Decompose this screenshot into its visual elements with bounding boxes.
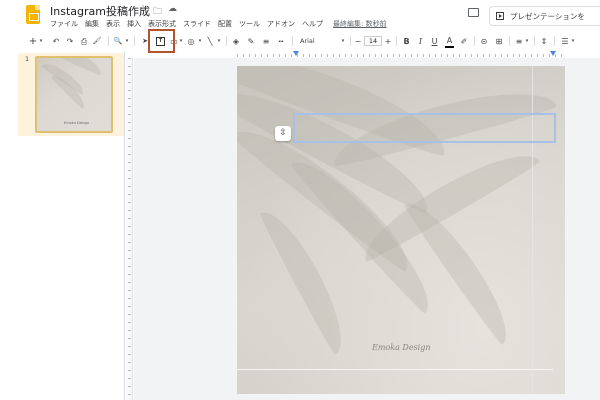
divider (292, 36, 293, 46)
horizontal-ruler (237, 52, 564, 58)
present-icon (496, 12, 504, 20)
menu-edit[interactable]: 編集 (85, 19, 99, 31)
redo-icon[interactable]: ↷ (65, 35, 75, 48)
link-icon[interactable]: ⊝ (479, 35, 489, 48)
paint-format-icon[interactable]: 🖌 (92, 35, 102, 48)
divider (350, 36, 351, 46)
divider (554, 36, 555, 46)
undo-icon[interactable]: ↶ (51, 35, 61, 48)
divider (396, 36, 397, 46)
bold-button[interactable]: B (402, 35, 411, 48)
divider (509, 36, 510, 46)
present-label: プレゼンテーションを (510, 11, 585, 21)
line-spacing-icon[interactable]: ⇕ (539, 35, 549, 48)
border-weight-icon[interactable]: ≡ (261, 35, 271, 48)
left-indent-marker[interactable] (293, 51, 299, 56)
right-indent-marker[interactable] (550, 51, 556, 56)
font-size-input[interactable]: 14 (364, 36, 382, 46)
image-dropdown-icon[interactable]: ▾ (178, 35, 184, 48)
line-dropdown-icon[interactable]: ▾ (216, 35, 222, 48)
fill-color-icon[interactable]: ◈ (231, 35, 241, 48)
menu-file[interactable]: ファイル (50, 19, 78, 31)
star-icon[interactable]: ☆ (139, 4, 147, 14)
border-dash-icon[interactable]: ┅ (276, 35, 286, 48)
vertical-ruler (126, 58, 133, 400)
vertical-align-icon[interactable]: ⇳ (275, 126, 291, 141)
last-edit-link[interactable]: 最終編集: 数秒前 (333, 19, 387, 31)
slide-number: 1 (25, 55, 30, 63)
border-color-icon[interactable]: ✎ (246, 35, 256, 48)
add-comment-icon[interactable]: ⊞ (494, 35, 504, 48)
slide-guide-line (237, 369, 553, 370)
print-icon[interactable]: ⎙ (79, 35, 89, 48)
divider (534, 36, 535, 46)
menu-help[interactable]: ヘルプ (302, 19, 323, 31)
menu-bar: ファイル 編集 表示 挿入 表示形式 スライド 配置 ツール アドオン ヘルプ … (50, 19, 394, 31)
italic-button[interactable]: I (416, 35, 425, 48)
new-slide-dropdown-icon[interactable]: ▾ (38, 35, 44, 48)
zoom-dropdown-icon[interactable]: ▾ (124, 35, 130, 48)
shape-icon[interactable]: ◎ (186, 35, 196, 48)
menu-addons[interactable]: アドオン (267, 19, 295, 31)
menu-slide[interactable]: スライド (183, 19, 211, 31)
menu-arrange[interactable]: 配置 (218, 19, 232, 31)
thumbnail-caption: Emoka Design (64, 121, 90, 125)
align-icon[interactable]: ≡ (514, 35, 524, 48)
selected-textbox[interactable] (293, 113, 556, 143)
menu-tools[interactable]: ツール (239, 19, 260, 31)
text-color-button[interactable]: A (445, 35, 454, 48)
title-bar: Instagram投稿作成 ☆ 🗀 ☁ ファイル 編集 表示 挿入 表示形式 ス… (0, 0, 600, 34)
align-dropdown-icon[interactable]: ▾ (524, 35, 530, 48)
comment-history-icon[interactable] (468, 8, 479, 17)
textbox-tool-highlight (148, 29, 175, 53)
shape-dropdown-icon[interactable]: ▾ (197, 35, 203, 48)
new-slide-button[interactable]: + (28, 35, 38, 48)
underline-button[interactable]: U (430, 35, 439, 48)
increase-font-size-button[interactable]: + (384, 35, 392, 48)
highlight-color-icon[interactable]: ✐ (459, 35, 469, 48)
document-title[interactable]: Instagram投稿作成 (50, 3, 150, 19)
line-icon[interactable]: ╲ (205, 35, 215, 48)
divider (474, 36, 475, 46)
slides-logo-icon[interactable] (26, 5, 40, 24)
folder-icon[interactable]: 🗀 (153, 4, 162, 20)
list-dropdown-icon[interactable]: ▾ (570, 35, 576, 48)
toolbar: + ▾ ↶ ↷ ⎙ 🖌 🔍 ▾ ➤ T ▭ ▾ ◎ ▾ ╲ ▾ ◈ ✎ ≡ ┅ … (22, 34, 600, 49)
list-icon[interactable]: ☰ (560, 35, 570, 48)
font-select[interactable]: Arial (300, 35, 330, 48)
zoom-icon[interactable]: 🔍 (113, 35, 123, 48)
font-dropdown-icon[interactable]: ▾ (340, 35, 346, 48)
divider (134, 36, 135, 46)
signature-text[interactable]: Emoka Design (372, 343, 431, 352)
present-button[interactable]: プレゼンテーションを (489, 6, 600, 26)
cloud-status-icon: ☁ (168, 4, 177, 14)
panel-divider (124, 51, 125, 400)
divider (108, 36, 109, 46)
decrease-font-size-button[interactable]: − (354, 35, 362, 48)
menu-view[interactable]: 表示 (106, 19, 120, 31)
menu-insert[interactable]: 挿入 (127, 19, 141, 31)
divider (226, 36, 227, 46)
